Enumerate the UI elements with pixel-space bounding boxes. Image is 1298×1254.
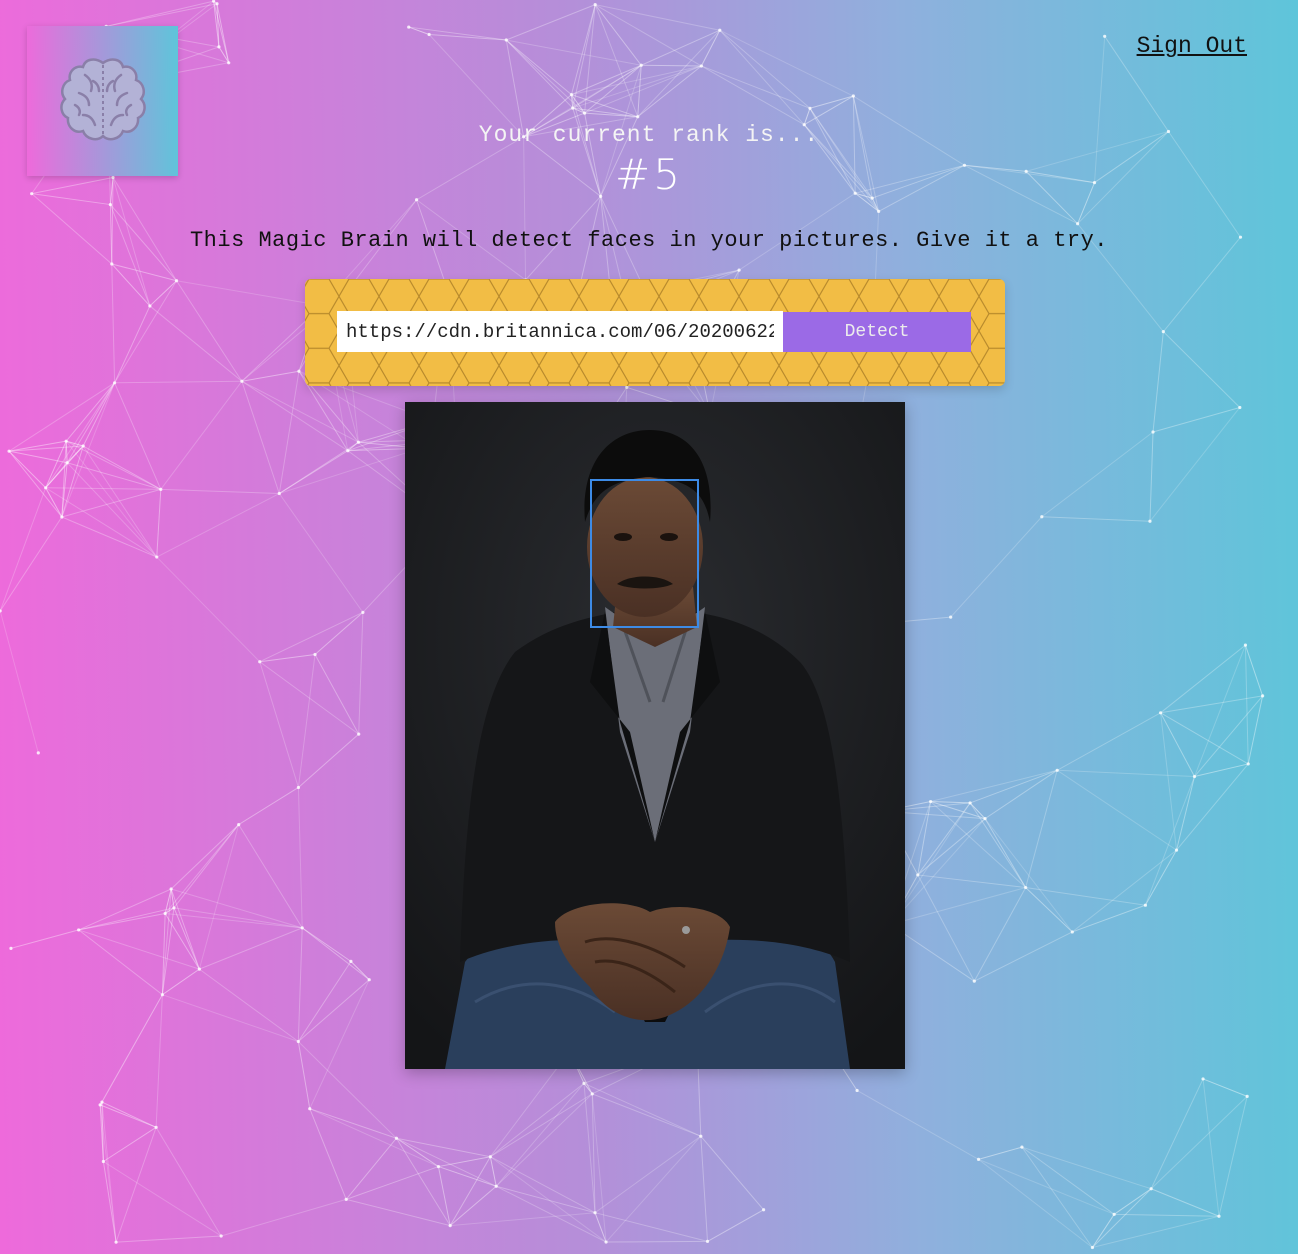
rank-intro-text: Your current rank is... <box>478 122 820 148</box>
detect-button[interactable]: Detect <box>783 312 971 352</box>
tagline: This Magic Brain will detect faces in yo… <box>189 228 1109 253</box>
uploaded-image <box>405 402 905 1069</box>
face-bounding-box <box>590 479 699 628</box>
sign-out-link[interactable]: Sign Out <box>1137 33 1247 59</box>
rank-value: #5 <box>615 150 683 199</box>
image-url-form: Detect <box>305 279 1005 386</box>
image-url-input[interactable] <box>337 311 783 352</box>
